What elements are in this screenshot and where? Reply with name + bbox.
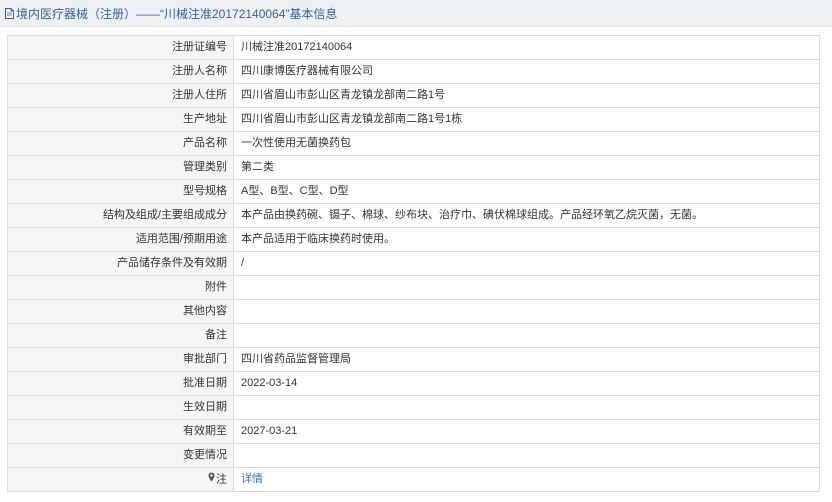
table-row: 生效日期 [7,395,820,420]
document-icon [5,7,14,19]
field-label: 批准日期 [7,371,234,396]
info-table-wrapper: 注册证编号 川械注准20172140064 注册人名称 四川康博医疗器械有限公司 注册人… [7,35,820,493]
field-label: 变更情况 [7,443,234,468]
field-value [233,275,820,300]
field-value: / [233,251,820,276]
table-row: 备注 [7,323,820,348]
field-label-note: 注 [7,466,234,493]
table-row: 结构及组成/主要组成成分 本产品由换药碗、镊子、棉球、纱布块、治疗巾、碘伏棉球组成… [7,203,820,228]
field-value: 第二类 [233,155,820,180]
table-row: 适用范围/预期用途 本产品适用于临床换药时使用。 [7,227,820,252]
table-row: 批准日期 2022-03-14 [7,371,820,396]
field-label: 备注 [7,323,234,348]
field-value: 四川省眉山市彭山区青龙镇龙部南二路1号 [233,83,820,108]
page-title: 境内医疗器械（注册）——“川械注准20172140064”基本信息 [16,6,338,21]
field-value: 本产品由换药碗、镊子、棉球、纱布块、治疗巾、碘伏棉球组成。产品经环氧乙烷灭菌，无… [233,203,820,228]
table-row: 产品储存条件及有效期 / [7,251,820,276]
field-label: 注册证编号 [7,35,234,60]
field-label: 生产地址 [7,107,234,132]
field-label: 注册人住所 [7,83,234,108]
field-value: 2027-03-21 [233,419,820,444]
field-value: 2022-03-14 [233,371,820,396]
field-label: 生效日期 [7,395,234,420]
field-label: 产品名称 [7,131,234,156]
table-row: 型号规格 A型、B型、C型、D型 [7,179,820,204]
details-link[interactable]: 详情 [241,473,263,485]
field-value: 四川省药品监督管理局 [233,347,820,372]
field-value: A型、B型、C型、D型 [233,179,820,204]
table-row: 注册人名称 四川康博医疗器械有限公司 [7,59,820,84]
table-row-note: 注 详情 [7,466,820,493]
field-value [233,443,820,468]
field-value: 四川省眉山市彭山区青龙镇龙部南二路1号1栋 [233,107,820,132]
field-label: 产品储存条件及有效期 [7,251,234,276]
field-label: 有效期至 [7,419,234,444]
field-value [233,299,820,324]
field-value [233,395,820,420]
field-value [233,323,820,348]
field-label: 管理类别 [7,155,234,180]
table-row: 附件 [7,275,820,300]
field-label: 其他内容 [7,299,234,324]
info-table: 注册证编号 川械注准20172140064 注册人名称 四川康博医疗器械有限公司 注册人… [7,35,820,493]
field-value: 本产品适用于临床换药时使用。 [233,227,820,252]
table-row: 有效期至 2027-03-21 [7,419,820,444]
table-row: 产品名称 一次性使用无菌换药包 [7,131,820,156]
map-pin-icon [208,469,215,491]
field-value: 四川康博医疗器械有限公司 [233,59,820,84]
page-header: 境内医疗器械（注册）——“川械注准20172140064”基本信息 [0,0,832,27]
field-label: 附件 [7,275,234,300]
table-row: 管理类别 第二类 [7,155,820,180]
table-row: 审批部门 四川省药品监督管理局 [7,347,820,372]
field-value: 川械注准20172140064 [233,35,820,60]
field-label: 结构及组成/主要组成成分 [7,203,234,228]
table-row: 变更情况 [7,443,820,468]
note-label: 注 [216,473,227,486]
field-value: 一次性使用无菌换药包 [233,131,820,156]
field-label: 注册人名称 [7,59,234,84]
field-label: 适用范围/预期用途 [7,227,234,252]
table-row: 注册人住所 四川省眉山市彭山区青龙镇龙部南二路1号 [7,83,820,108]
table-row: 生产地址 四川省眉山市彭山区青龙镇龙部南二路1号1栋 [7,107,820,132]
field-label: 审批部门 [7,347,234,372]
field-label: 型号规格 [7,179,234,204]
table-row: 注册证编号 川械注准20172140064 [7,35,820,60]
table-row: 其他内容 [7,299,820,324]
field-value-note: 详情 [233,466,820,493]
